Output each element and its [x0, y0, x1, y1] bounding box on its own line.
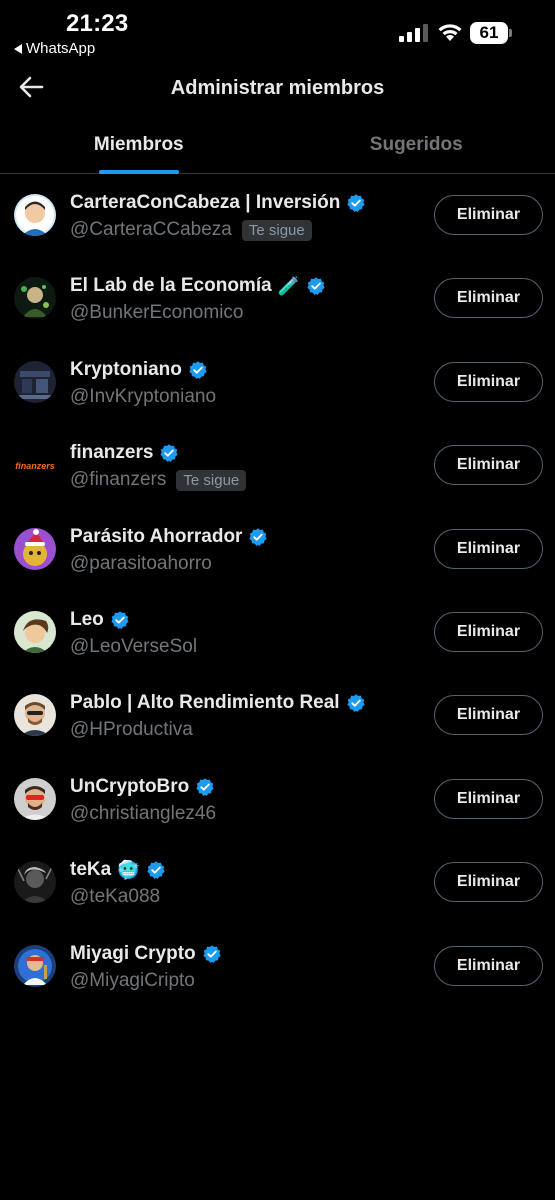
- verified-badge-icon: [307, 277, 325, 296]
- wifi-icon: [438, 24, 462, 41]
- verified-badge-icon: [111, 611, 129, 629]
- page-title: Administrar miembros: [170, 77, 385, 99]
- member-row[interactable]: Kryptoniano @InvKryptoniano Eliminar: [0, 342, 555, 425]
- avatar[interactable]: [14, 861, 56, 904]
- verified-badge-icon: [249, 527, 268, 546]
- member-row[interactable]: Parásito Ahorrador @parasitoahorro Elimi…: [0, 509, 555, 592]
- member-name: Pablo | Alto Rendimiento Real: [70, 692, 340, 714]
- member-name: UnCryptoBro: [70, 775, 190, 797]
- member-row[interactable]: finanzers finanzers @finanzers Te sigue …: [0, 425, 555, 508]
- follows-you-badge: Te sigue: [176, 469, 247, 491]
- tab-sugeridos[interactable]: Sugeridos: [278, 118, 555, 173]
- tab-sugeridos-label: Sugeridos: [369, 134, 463, 155]
- remove-member-button[interactable]: Eliminar: [434, 945, 543, 986]
- member-name: CarteraConCabeza | Inversión: [70, 192, 341, 213]
- tab-miembros-label: Miembros: [93, 134, 184, 155]
- member-handle: @MiyagiCripto: [70, 969, 195, 991]
- follows-you-badge: Te sigue: [241, 219, 312, 241]
- verified-badge-icon: [160, 444, 179, 463]
- verified-badge-icon: [196, 777, 214, 796]
- member-row[interactable]: Leo @LeoVerseSol Eliminar: [0, 592, 555, 675]
- remove-member-button[interactable]: Eliminar: [434, 445, 543, 486]
- remove-member-button[interactable]: Eliminar: [434, 528, 543, 569]
- member-handle: @teKa088: [70, 886, 161, 908]
- avatar[interactable]: [14, 610, 56, 653]
- status-bar: 21:23 WhatsApp 61: [0, 0, 555, 62]
- back-triangle-icon: [14, 43, 22, 54]
- avatar[interactable]: [14, 360, 56, 403]
- tab-active-indicator: [98, 170, 179, 174]
- member-handle: @BunkerEconomico: [70, 302, 244, 324]
- member-row[interactable]: Pablo | Alto Rendimiento Real @HProducti…: [0, 675, 555, 758]
- members-list: CarteraConCabeza | Inversión @CarteraCCa…: [0, 175, 555, 1009]
- member-name: Miyagi Crypto: [70, 942, 196, 964]
- member-row[interactable]: teKa 🥶 @teKa088 Eliminar: [0, 842, 555, 925]
- verified-badge-icon: [189, 361, 207, 379]
- remove-member-button[interactable]: Eliminar: [434, 862, 543, 903]
- member-name: Kryptoniano: [70, 358, 182, 380]
- finanzers-logo: finanzers: [15, 461, 55, 471]
- member-handle: @finanzers: [70, 469, 167, 491]
- member-row[interactable]: El Lab de la Economía 🧪 @BunkerEconomico…: [0, 258, 555, 341]
- member-handle: @christianglez46: [70, 802, 217, 824]
- tab-bar: Miembros Sugeridos: [0, 118, 555, 174]
- member-handle: @parasitoahorro: [70, 552, 212, 574]
- status-time: 21:23: [66, 10, 129, 37]
- remove-member-button[interactable]: Eliminar: [434, 611, 543, 652]
- member-handle: @LeoVerseSol: [70, 635, 198, 657]
- avatar[interactable]: [14, 527, 56, 570]
- avatar[interactable]: [14, 194, 56, 236]
- battery-icon: 61: [470, 22, 512, 44]
- remove-member-button[interactable]: Eliminar: [434, 278, 543, 319]
- member-name: Parásito Ahorrador: [70, 525, 243, 547]
- member-name: Leo: [70, 608, 104, 630]
- battery-level: 61: [479, 23, 499, 42]
- avatar[interactable]: [14, 277, 56, 320]
- test-tube-emoji: 🧪: [277, 275, 301, 296]
- back-to-app-link[interactable]: WhatsApp: [14, 40, 95, 57]
- remove-member-button[interactable]: Eliminar: [434, 778, 543, 819]
- signal-icon: [399, 24, 428, 42]
- avatar[interactable]: finanzers: [14, 444, 56, 487]
- remove-member-button[interactable]: Eliminar: [434, 361, 543, 402]
- header: Administrar miembros: [0, 62, 555, 118]
- member-name: El Lab de la Economía: [70, 275, 272, 297]
- tab-miembros[interactable]: Miembros: [0, 118, 278, 174]
- member-row[interactable]: UnCryptoBro @christianglez46 Eliminar: [0, 759, 555, 842]
- avatar[interactable]: [14, 777, 56, 820]
- cold-face-emoji: 🥶: [117, 859, 140, 880]
- verified-badge-icon: [146, 861, 165, 879]
- remove-member-button[interactable]: Eliminar: [434, 195, 543, 235]
- back-app-label: WhatsApp: [26, 40, 96, 57]
- avatar[interactable]: [14, 944, 56, 987]
- remove-member-button[interactable]: Eliminar: [434, 695, 543, 736]
- avatar[interactable]: [14, 694, 56, 737]
- member-row[interactable]: Miyagi Crypto @MiyagiCripto Eliminar: [0, 926, 555, 1009]
- verified-badge-icon: [347, 194, 366, 212]
- member-handle: @CarteraCCabeza: [70, 219, 232, 240]
- member-name: finanzers: [70, 442, 154, 464]
- member-handle: @HProductiva: [70, 719, 193, 741]
- member-name: teKa: [70, 859, 112, 881]
- verified-badge-icon: [346, 694, 365, 713]
- verified-badge-icon: [202, 944, 221, 963]
- member-handle: @InvKryptoniano: [70, 385, 217, 407]
- member-row[interactable]: CarteraConCabeza | Inversión @CarteraCCa…: [0, 175, 555, 258]
